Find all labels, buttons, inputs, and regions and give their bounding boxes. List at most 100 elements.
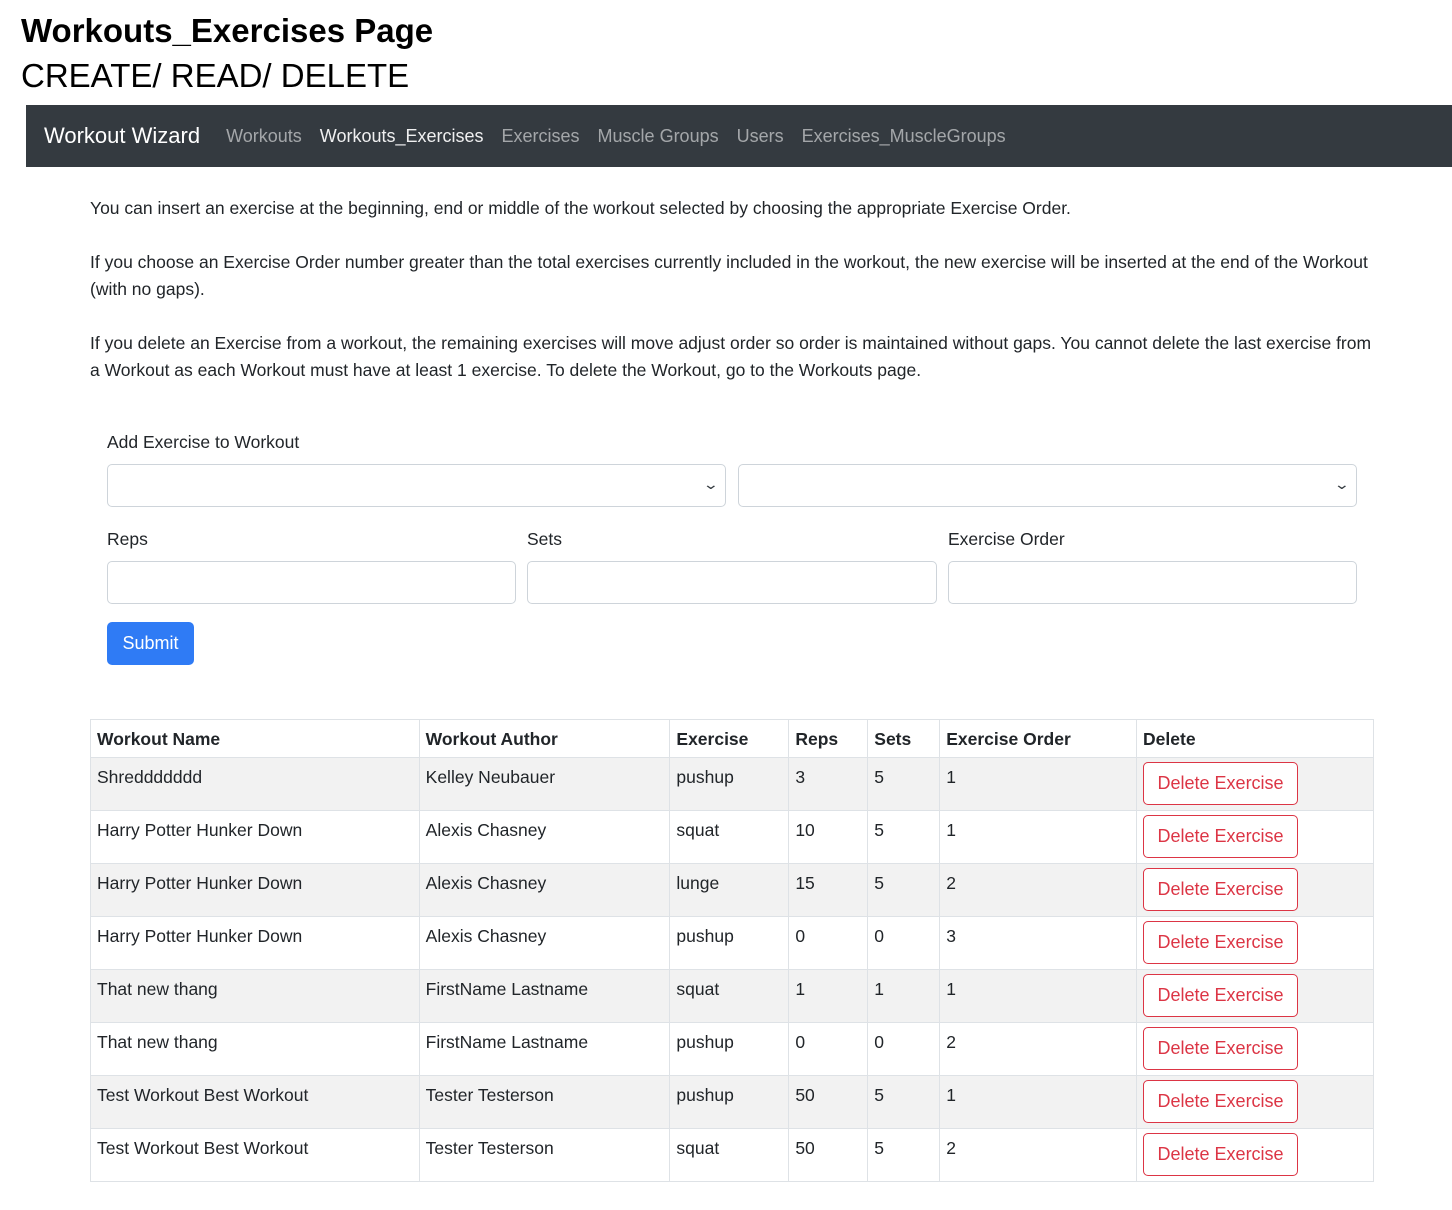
cell-workout-author: Alexis Chasney xyxy=(418,810,671,864)
cell-delete: Delete Exercise xyxy=(1136,1022,1374,1076)
table-row: Harry Potter Hunker Down Alexis Chasney lu… xyxy=(90,863,1374,917)
table-header-row: Workout Name Workout Author Exercise Rep… xyxy=(90,719,1374,758)
delete-exercise-button[interactable]: Delete Exercise xyxy=(1143,868,1299,911)
nav-link-muscle-groups[interactable]: Muscle Groups xyxy=(598,126,719,147)
cell-reps: 50 xyxy=(788,1075,869,1129)
cell-delete: Delete Exercise xyxy=(1136,1128,1374,1182)
nav-link-exercises-musclegroups[interactable]: Exercises_MuscleGroups xyxy=(802,126,1006,147)
cell-workout-name: That new thang xyxy=(90,1022,420,1076)
cell-exercise-order: 2 xyxy=(939,863,1138,917)
cell-exercise-order: 1 xyxy=(939,810,1138,864)
cell-sets: 5 xyxy=(867,757,941,811)
table-row: Test Workout Best Workout Tester Testerso… xyxy=(90,1075,1374,1129)
cell-workout-name: Shreddddddd xyxy=(90,757,420,811)
cell-reps: 10 xyxy=(788,810,869,864)
cell-exercise: pushup xyxy=(669,1075,790,1129)
table-row: Shreddddddd Kelley Neubauer pushup 3 5 1 Delet… xyxy=(90,757,1374,811)
cell-exercise: pushup xyxy=(669,1022,790,1076)
cell-delete: Delete Exercise xyxy=(1136,757,1374,811)
intro-paragraph-2: If you choose an Exercise Order number g… xyxy=(90,252,1368,299)
sets-input[interactable] xyxy=(527,561,937,604)
cell-exercise-order: 2 xyxy=(939,1022,1138,1076)
table-row: Harry Potter Hunker Down Alexis Chasney pu… xyxy=(90,916,1374,970)
delete-exercise-button[interactable]: Delete Exercise xyxy=(1143,921,1299,964)
navbar: Workout Wizard Workouts Workouts_Exercis… xyxy=(26,105,1452,167)
delete-exercise-button[interactable]: Delete Exercise xyxy=(1143,1080,1299,1123)
workout-select[interactable]: ⌄ xyxy=(107,464,726,507)
cell-delete: Delete Exercise xyxy=(1136,810,1374,864)
sets-label: Sets xyxy=(527,529,563,549)
navbar-brand[interactable]: Workout Wizard xyxy=(44,123,200,149)
cell-sets: 1 xyxy=(867,969,941,1023)
column-header-reps: Reps xyxy=(788,719,869,758)
nav-link-users[interactable]: Users xyxy=(737,126,784,147)
cell-sets: 0 xyxy=(867,916,941,970)
cell-sets: 5 xyxy=(867,810,941,864)
table-row: Harry Potter Hunker Down Alexis Chasney sq… xyxy=(90,810,1374,864)
cell-reps: 1 xyxy=(788,969,869,1023)
cell-reps: 0 xyxy=(788,916,869,970)
cell-workout-name: Test Workout Best Workout xyxy=(90,1128,420,1182)
column-header-exercise: Exercise xyxy=(669,719,790,758)
cell-workout-author: Tester Testerson xyxy=(418,1075,671,1129)
cell-workout-author: Alexis Chasney xyxy=(418,916,671,970)
cell-reps: 3 xyxy=(788,757,869,811)
chevron-down-icon: ⌄ xyxy=(1333,476,1351,492)
cell-workout-author: FirstName Lastname xyxy=(418,969,671,1023)
cell-exercise-order: 1 xyxy=(939,969,1138,1023)
cell-exercise: squat xyxy=(669,1128,790,1182)
table-row: That new thang FirstName Lastname pushup 0 0… xyxy=(90,1022,1374,1076)
delete-exercise-button[interactable]: Delete Exercise xyxy=(1143,815,1299,858)
column-header-delete: Delete xyxy=(1136,719,1374,758)
cell-sets: 5 xyxy=(867,863,941,917)
cell-exercise-order: 1 xyxy=(939,757,1138,811)
intro-paragraph-1: You can insert an exercise at the beginn… xyxy=(90,198,1071,218)
intro-paragraph-3: If you delete an Exercise from a workout… xyxy=(90,333,1372,380)
cell-exercise: lunge xyxy=(669,863,790,917)
cell-delete: Delete Exercise xyxy=(1136,916,1374,970)
nav-link-workouts[interactable]: Workouts xyxy=(226,126,302,147)
table-row: That new thang FirstName Lastname squat 1 1 1… xyxy=(90,969,1374,1023)
cell-reps: 0 xyxy=(788,1022,869,1076)
submit-button[interactable]: Submit xyxy=(107,622,194,665)
cell-sets: 5 xyxy=(867,1075,941,1129)
exercise-select[interactable]: ⌄ xyxy=(738,464,1357,507)
column-header-workout-name: Workout Name xyxy=(90,719,420,758)
page-title: Workouts_Exercises Page xyxy=(21,12,434,49)
column-header-workout-author: Workout Author xyxy=(418,719,671,758)
cell-exercise-order: 1 xyxy=(939,1075,1138,1129)
delete-exercise-button[interactable]: Delete Exercise xyxy=(1143,974,1299,1017)
delete-exercise-button[interactable]: Delete Exercise xyxy=(1143,762,1299,805)
chevron-down-icon: ⌄ xyxy=(702,476,720,492)
cell-workout-name: Test Workout Best Workout xyxy=(90,1075,420,1129)
cell-workout-author: Tester Testerson xyxy=(418,1128,671,1182)
cell-exercise: pushup xyxy=(669,916,790,970)
column-header-sets: Sets xyxy=(867,719,941,758)
page-subtitle: CREATE/ READ/ DELETE xyxy=(21,57,410,94)
cell-exercise: squat xyxy=(669,810,790,864)
cell-sets: 0 xyxy=(867,1022,941,1076)
workouts-exercises-table: Workout Name Workout Author Exercise Rep… xyxy=(90,719,1374,1182)
column-header-exercise-order: Exercise Order xyxy=(939,719,1138,758)
add-exercise-heading: Add Exercise to Workout xyxy=(107,432,300,452)
delete-exercise-button[interactable]: Delete Exercise xyxy=(1143,1027,1299,1070)
exercise-order-label: Exercise Order xyxy=(948,529,1065,549)
cell-sets: 5 xyxy=(867,1128,941,1182)
cell-workout-name: Harry Potter Hunker Down xyxy=(90,863,420,917)
delete-exercise-button[interactable]: Delete Exercise xyxy=(1143,1133,1299,1176)
cell-reps: 50 xyxy=(788,1128,869,1182)
exercise-order-input[interactable] xyxy=(948,561,1357,604)
cell-exercise: squat xyxy=(669,969,790,1023)
cell-delete: Delete Exercise xyxy=(1136,1075,1374,1129)
reps-input[interactable] xyxy=(107,561,516,604)
reps-label: Reps xyxy=(107,529,148,549)
cell-workout-author: Alexis Chasney xyxy=(418,863,671,917)
cell-exercise-order: 2 xyxy=(939,1128,1138,1182)
table-row: Test Workout Best Workout Tester Testerso… xyxy=(90,1128,1374,1182)
nav-link-workouts-exercises[interactable]: Workouts_Exercises xyxy=(320,126,484,147)
cell-exercise: pushup xyxy=(669,757,790,811)
cell-workout-author: FirstName Lastname xyxy=(418,1022,671,1076)
nav-link-exercises[interactable]: Exercises xyxy=(502,126,580,147)
cell-workout-name: Harry Potter Hunker Down xyxy=(90,916,420,970)
cell-reps: 15 xyxy=(788,863,869,917)
